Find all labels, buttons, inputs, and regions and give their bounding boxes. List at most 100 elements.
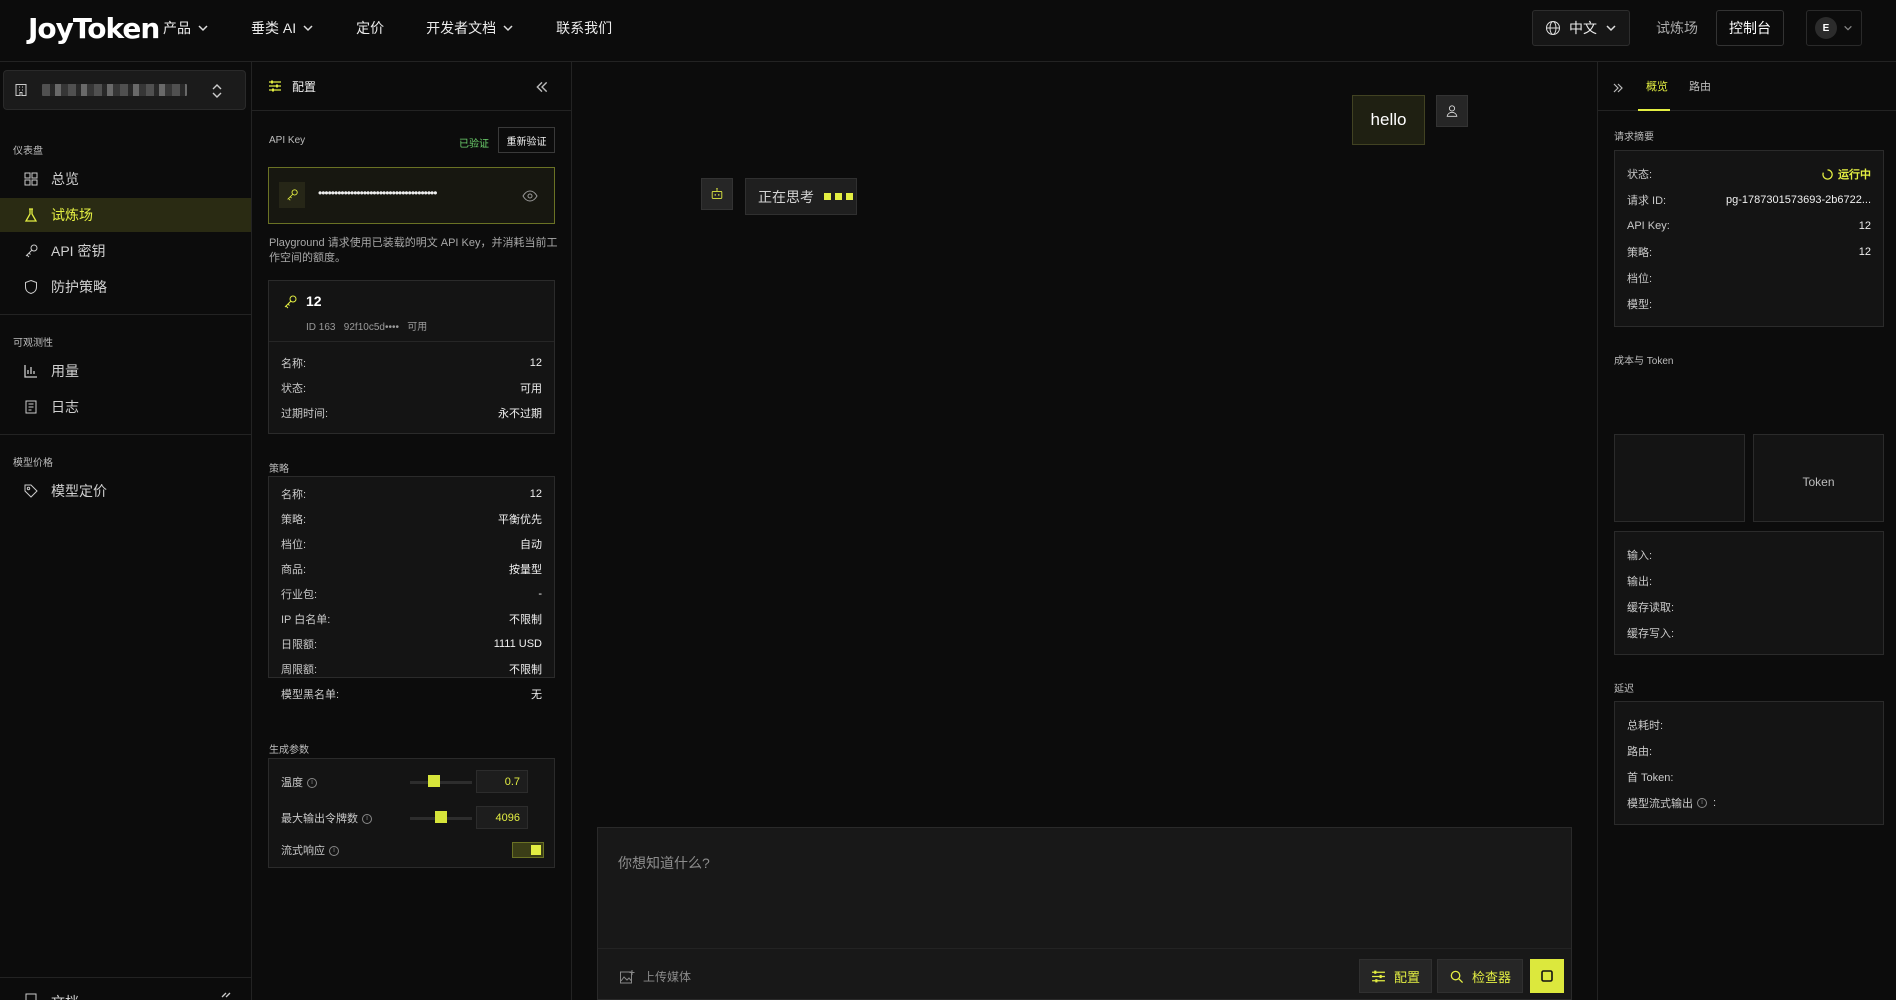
summary-row-model: 模型: [1615, 291, 1883, 317]
nav-docs[interactable]: 开发者文档 [426, 18, 514, 38]
workspace-name-redacted [42, 84, 187, 96]
sidebar-item-overview[interactable]: 总览 [0, 162, 251, 196]
bar-chart-icon [24, 365, 37, 378]
temperature-slider[interactable] [410, 775, 472, 787]
inspector-button[interactable]: 检查器 [1437, 959, 1524, 993]
upload-media-button[interactable]: 上传媒体 [619, 968, 691, 985]
status-text: 运行中 [1838, 169, 1871, 181]
info-icon[interactable]: i [329, 846, 339, 857]
slider-handle[interactable] [435, 811, 447, 823]
config-panel: 配置 API Key 已验证 重新验证 ••••••••••••••••••••… [252, 62, 572, 1000]
verified-status: 已验证 [459, 139, 489, 150]
info-icon[interactable]: i [1697, 798, 1707, 808]
divider [269, 341, 554, 342]
sidebar-item-guard-policy[interactable]: 防护策略 [0, 270, 251, 304]
temperature-input[interactable]: 0.7 [476, 770, 528, 793]
row-value: 不限制 [509, 613, 542, 626]
sidebar-item-playground[interactable]: 试炼场 [0, 198, 251, 232]
playground-link[interactable]: 试炼场 [1656, 18, 1698, 38]
nav-label: 垂类 AI [251, 20, 297, 36]
sidebar-item-label: 总览 [51, 171, 79, 187]
max-tokens-slider[interactable] [410, 811, 472, 823]
row-key: 商品: [281, 563, 307, 576]
sidebar-item-model-pricing[interactable]: 模型定价 [0, 474, 251, 508]
key-row-name: 名称: 12 [269, 350, 554, 375]
param-label: 流式响应 [281, 845, 325, 857]
collapse-sidebar-icon[interactable] [220, 992, 232, 1000]
row-key: 模型黑名单: [281, 688, 340, 701]
sidebar-item-api-keys[interactable]: API 密钥 [0, 234, 251, 268]
row-key: 模型流式输出 [1627, 798, 1693, 810]
chevron-down-icon [303, 25, 313, 32]
nav-vertical-ai[interactable]: 垂类 AI [251, 18, 314, 38]
info-icon[interactable]: i [307, 778, 317, 789]
row-value: 12 [529, 487, 542, 500]
strategy-card: 名称: 12 策略: 平衡优先 档位: 自动 商品: 按量型 行业包: - IP 白名单:… [268, 476, 555, 701]
flask-icon [24, 208, 38, 222]
user-message: hello [1352, 95, 1425, 145]
status-badge: 运行中 [1822, 166, 1871, 182]
nav-products[interactable]: 产品 [163, 18, 209, 38]
workspace-switcher[interactable] [3, 70, 246, 110]
image-upload-icon [620, 969, 635, 983]
sidebar-item-logs[interactable]: 日志 [0, 390, 251, 424]
config-button[interactable]: 配置 [1359, 959, 1433, 993]
sidebar-item-label: 文档 [51, 992, 79, 1000]
reverify-button[interactable]: 重新验证 [498, 127, 555, 153]
max-tokens-input[interactable]: 4096 [476, 806, 528, 829]
key-icon [287, 189, 298, 201]
latency-label: 延迟 [1614, 684, 1634, 695]
row-value: 自动 [520, 538, 542, 551]
row-key: IP 白名单: [281, 613, 331, 626]
sliders-icon [269, 80, 281, 92]
row-key: 名称: [281, 357, 307, 370]
cost-label: 成本与 Token [1614, 356, 1674, 367]
slider-handle[interactable] [427, 775, 440, 787]
cost-card [1614, 434, 1745, 522]
key-info-card: 12 ID 163 92f10c5d•••• 可用 名称: 12 状态: 可用 过期… [268, 280, 555, 434]
row-key: 策略: [1627, 247, 1653, 259]
active-tab-indicator [1638, 109, 1670, 111]
nav-pricing[interactable]: 定价 [356, 18, 384, 38]
sidebar-item-usage[interactable]: 用量 [0, 354, 251, 388]
user-menu[interactable]: E [1806, 10, 1862, 46]
api-key-input[interactable]: ••••••••••••••••••••••••••••••••••••• [268, 167, 555, 224]
config-title: 配置 [292, 79, 317, 94]
row-key: 输入: [1627, 550, 1653, 562]
row-key: 档位: [281, 538, 307, 551]
row-value: 可用 [520, 382, 542, 395]
message-input[interactable]: 你想知道什么? [618, 853, 710, 873]
divider [0, 977, 251, 978]
sidebar-item-label: 模型定价 [51, 483, 107, 499]
nav-label: 开发者文档 [426, 20, 497, 36]
globe-icon [1546, 21, 1560, 35]
tag-icon [24, 484, 38, 498]
row-key: 缓存写入: [1627, 628, 1675, 640]
config-button-label: 配置 [1394, 969, 1421, 985]
eye-icon[interactable] [522, 190, 538, 202]
row-value: 1111 USD [493, 637, 542, 650]
language-selector[interactable]: 中文 [1532, 10, 1630, 46]
tab-overview[interactable]: 概览 [1646, 78, 1668, 94]
cost-breakdown-card: 输入: 输出: 缓存读取: 缓存写入: [1614, 531, 1884, 655]
cost-row-input: 输入: [1615, 542, 1883, 568]
sidebar-item-docs[interactable]: 文档 [0, 982, 251, 1000]
key-icon [25, 244, 38, 258]
brand-logo[interactable]: JoyToken [28, 12, 160, 45]
composer[interactable]: 你想知道什么? 上传媒体 配置 检查器 [597, 827, 1572, 1000]
console-button[interactable]: 控制台 [1716, 10, 1784, 46]
collapse-panel-icon[interactable] [535, 80, 549, 94]
stop-button[interactable] [1530, 959, 1564, 993]
info-icon[interactable]: i [362, 814, 372, 825]
nav-contact[interactable]: 联系我们 [556, 18, 612, 38]
sidebar-item-label: 防护策略 [51, 279, 107, 295]
row-key: 状态: [281, 382, 307, 395]
chevron-down-icon [503, 25, 513, 32]
strategy-row: 商品: 按量型 [269, 556, 554, 581]
row-value: 无 [531, 688, 542, 701]
expand-panel-icon[interactable] [1612, 82, 1624, 94]
config-header: 配置 [252, 62, 571, 111]
tab-routing[interactable]: 路由 [1689, 78, 1711, 94]
stream-toggle[interactable] [512, 842, 544, 858]
summary-card: 状态: 运行中 请求 ID: pg-1787301573693-2b6722... … [1614, 150, 1884, 327]
